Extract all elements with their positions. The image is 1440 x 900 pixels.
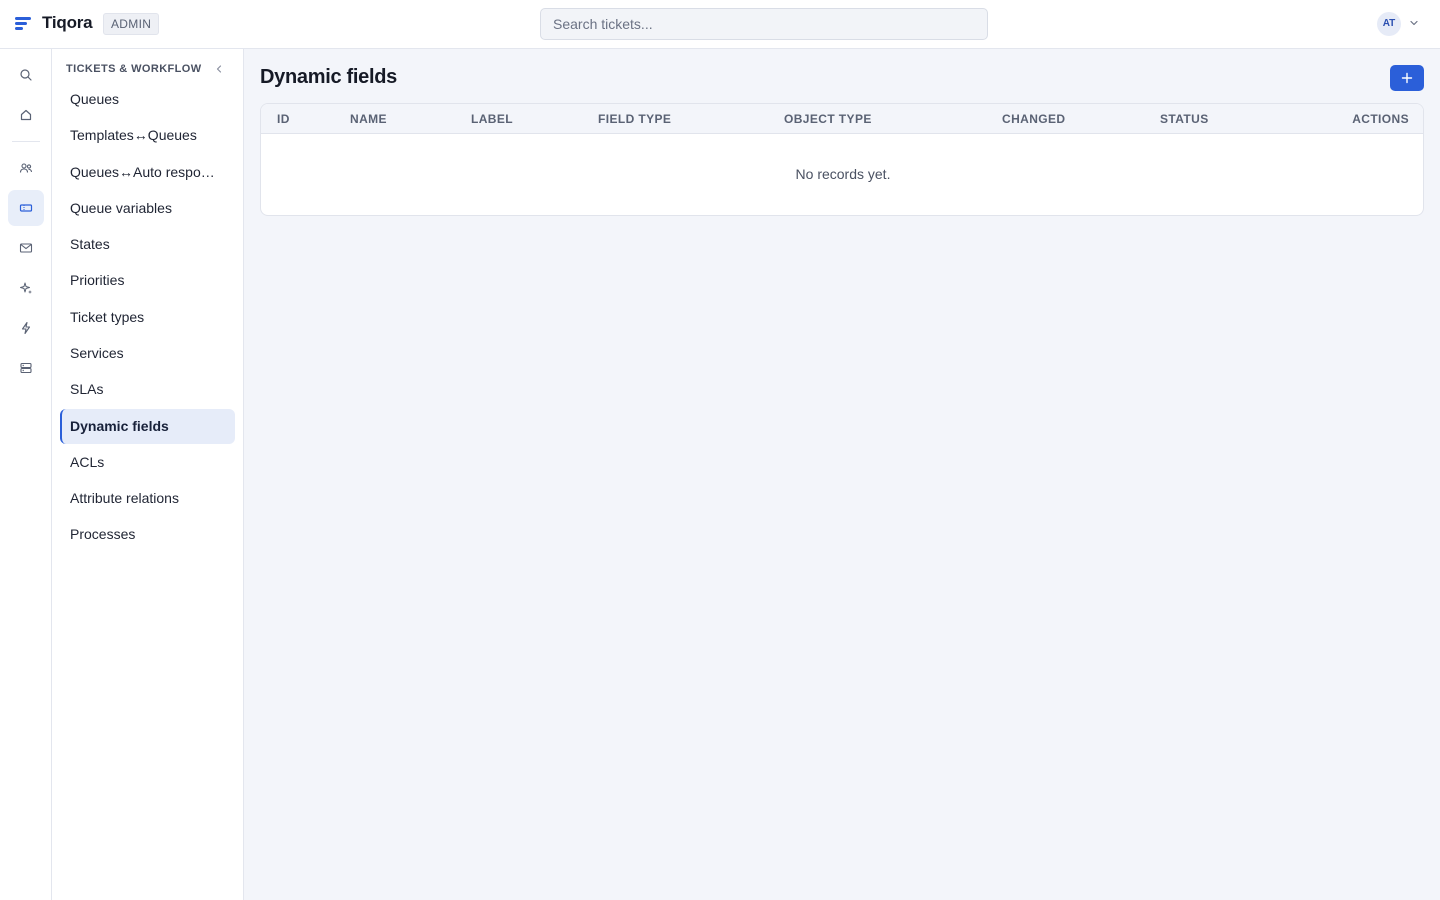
admin-badge: ADMIN xyxy=(103,13,160,35)
rail-events-button[interactable] xyxy=(8,310,44,346)
search-icon xyxy=(20,69,32,81)
rail-automation-button[interactable] xyxy=(8,270,44,306)
rail-tickets-button[interactable] xyxy=(8,190,44,226)
rail-mail-button[interactable] xyxy=(8,230,44,266)
rail-system-button[interactable] xyxy=(8,350,44,386)
chevron-down-icon[interactable] xyxy=(1408,17,1420,29)
rail-divider xyxy=(12,141,40,142)
icon-rail xyxy=(0,49,52,900)
rail-users-button[interactable] xyxy=(8,150,44,186)
chevron-left-icon[interactable] xyxy=(212,62,226,76)
column-header-actions: ACTIONS xyxy=(1352,112,1409,126)
ticket-icon xyxy=(19,204,33,212)
bolt-icon xyxy=(21,321,31,335)
subnav-item-services[interactable]: Services xyxy=(60,336,235,371)
subnav-item-templates-queues[interactable]: Templates↔Queues xyxy=(60,118,235,153)
column-header-status[interactable]: STATUS xyxy=(1160,112,1209,126)
subnav-item-attribute-relations[interactable]: Attribute relations xyxy=(60,481,235,516)
column-header-changed[interactable]: CHANGED xyxy=(1002,112,1065,126)
table-header: ID NAME LABEL FIELD TYPE OBJECT TYPE CHA… xyxy=(261,104,1423,134)
subnav-item-acls[interactable]: ACLs xyxy=(60,445,235,480)
subnav-item-queues-auto-responses[interactable]: Queues↔Auto responses xyxy=(60,155,235,190)
add-dynamic-field-button[interactable] xyxy=(1390,65,1424,91)
subnav-title: TICKETS & WORKFLOW xyxy=(66,63,202,75)
logo-icon xyxy=(15,17,31,31)
home-icon xyxy=(20,109,32,121)
search-input[interactable] xyxy=(540,8,988,40)
subnav-item-slas[interactable]: SLAs xyxy=(60,372,235,407)
subnav-item-priorities[interactable]: Priorities xyxy=(60,263,235,298)
server-icon xyxy=(20,362,32,374)
plus-icon xyxy=(1401,72,1413,84)
column-header-label[interactable]: LABEL xyxy=(471,112,513,126)
subnav-item-dynamic-fields[interactable]: Dynamic fields xyxy=(60,409,235,444)
column-header-id[interactable]: ID xyxy=(277,112,290,126)
top-bar: Tiqora ADMIN AT xyxy=(0,0,1440,49)
subnav-item-queue-variables[interactable]: Queue variables xyxy=(60,191,235,226)
column-header-object-type[interactable]: OBJECT TYPE xyxy=(784,112,872,126)
admin-subnav: TICKETS & WORKFLOW Queues Templates↔Queu… xyxy=(52,49,244,900)
rail-home-button[interactable] xyxy=(8,97,44,133)
brand-name: Tiqora xyxy=(42,13,93,32)
column-header-name[interactable]: NAME xyxy=(350,112,387,126)
empty-state-message: No records yet. xyxy=(795,166,891,182)
dynamic-fields-table: ID NAME LABEL FIELD TYPE OBJECT TYPE CHA… xyxy=(260,103,1424,216)
column-header-field-type[interactable]: FIELD TYPE xyxy=(598,112,671,126)
mail-icon xyxy=(19,243,33,253)
subnav-item-queues[interactable]: Queues xyxy=(60,82,235,117)
subnav-item-ticket-types[interactable]: Ticket types xyxy=(60,300,235,335)
subnav-item-states[interactable]: States xyxy=(60,227,235,262)
sparkles-icon xyxy=(20,282,32,294)
avatar[interactable]: AT xyxy=(1377,12,1401,36)
users-icon xyxy=(19,163,33,173)
rail-search-button[interactable] xyxy=(8,57,44,93)
page-title: Dynamic fields xyxy=(260,66,397,88)
subnav-item-processes[interactable]: Processes xyxy=(60,517,235,552)
